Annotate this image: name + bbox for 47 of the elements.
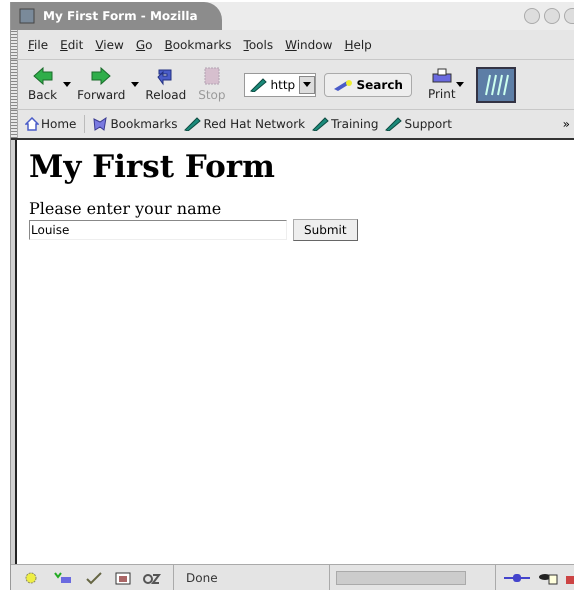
menu-item[interactable]: Bookmarks (158, 36, 238, 54)
submit-button[interactable]: Submit (293, 218, 358, 241)
caret-icon (302, 82, 311, 87)
caret-icon[interactable] (456, 82, 464, 87)
window-title: My First Form - Mozilla (43, 8, 198, 25)
bookmarks-icon (92, 117, 108, 131)
menu-item[interactable]: View (89, 36, 130, 54)
search-button[interactable]: Search (324, 72, 412, 96)
forward-arrow-icon (90, 66, 112, 86)
house-icon (25, 117, 39, 131)
toolbar-grip[interactable] (11, 60, 18, 109)
bookmark-link[interactable]: Bookmarks (89, 115, 180, 133)
url-text: http (270, 76, 295, 94)
toolbar-grip[interactable] (11, 30, 18, 59)
caret-icon[interactable] (131, 82, 140, 87)
toolbar-button[interactable]: Forward (71, 66, 132, 104)
url-field[interactable]: http (244, 72, 316, 96)
menu-item[interactable]: Tools (238, 36, 280, 54)
menu-item[interactable]: Edit (54, 36, 90, 54)
toolbar-button[interactable]: Reload (139, 66, 192, 104)
plug-icon[interactable] (504, 572, 530, 582)
form-prompt: Please enter your name (29, 198, 222, 219)
toolbar-button[interactable]: Back (22, 66, 64, 104)
menu-item[interactable]: File (22, 36, 54, 54)
back-arrow-icon (32, 66, 54, 86)
overflow-chevron[interactable]: » (562, 115, 570, 133)
throbber-logo[interactable] (476, 66, 516, 102)
print-button[interactable]: Print (428, 66, 456, 102)
bookmark-link[interactable]: Support (381, 115, 455, 133)
printer-icon (430, 66, 453, 84)
bookmark-link[interactable]: Red Hat Network (180, 115, 308, 133)
sidebar-splitter[interactable] (11, 140, 17, 564)
picture-icon[interactable] (115, 570, 131, 584)
menu-item[interactable]: Window (279, 36, 338, 54)
menu-item[interactable]: Go (130, 36, 158, 54)
bookmark-link[interactable]: Home (22, 115, 86, 133)
window-icon (19, 8, 35, 24)
toolbar-grip[interactable] (11, 110, 18, 138)
search-icon (332, 78, 353, 90)
caret-icon[interactable] (63, 82, 72, 87)
bookmark-link[interactable]: Training (308, 115, 382, 133)
dropdown-button[interactable] (298, 76, 315, 94)
menu-item[interactable]: Help (338, 36, 378, 54)
stop-icon (202, 66, 222, 86)
page-heading: My First Form (29, 148, 275, 187)
status-text: Done (174, 565, 330, 590)
name-input-field[interactable]: Louise (29, 220, 287, 240)
